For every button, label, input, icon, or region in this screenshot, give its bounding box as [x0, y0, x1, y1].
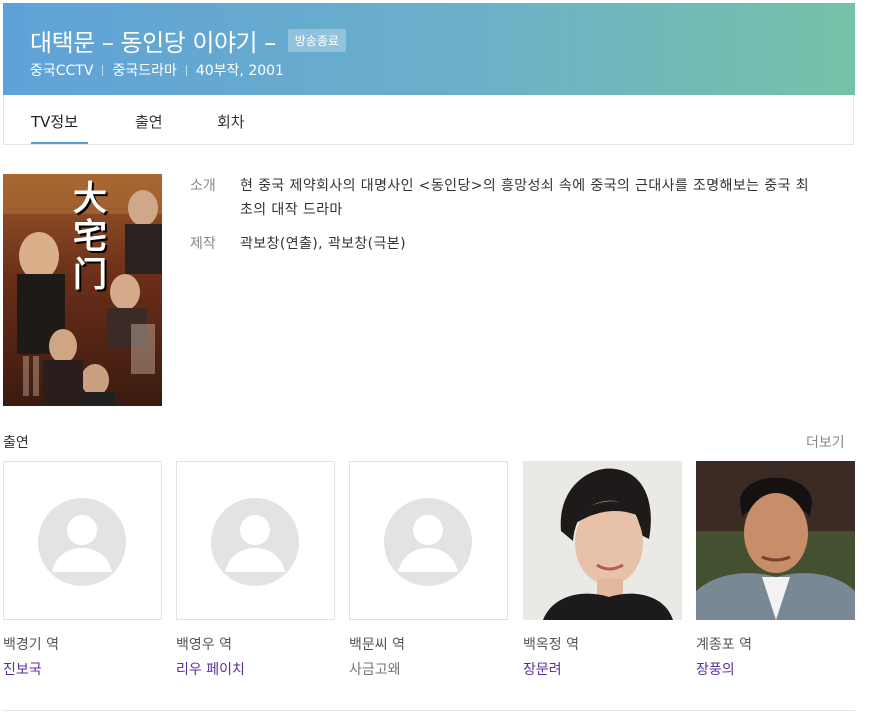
- active-tab-indicator: [31, 142, 88, 144]
- program-header: 대택문 – 동인당 이야기 – 방송종료 중국CCTV 중국드라마 40부작, …: [3, 3, 855, 95]
- meta-divider: [185, 64, 187, 76]
- cast-role: 백옥정 역: [523, 637, 579, 653]
- program-title: 대택문 – 동인당 이야기 –: [30, 29, 276, 57]
- cast-photo[interactable]: [523, 461, 682, 620]
- actress-portrait: [523, 461, 682, 620]
- tab-tv-info[interactable]: TV정보: [31, 111, 78, 132]
- production-label: 제작: [190, 236, 216, 252]
- cast-role: 백경기 역: [3, 637, 59, 653]
- tab-episodes[interactable]: 회차: [217, 111, 245, 132]
- cast-card[interactable]: 백경기 역 진보국: [3, 461, 162, 678]
- intro-row: 소개 현 중국 제약회사의 대명사인 <동인당>의 흥망성쇠 속에 중국의 근대…: [190, 174, 830, 222]
- actor-portrait: [696, 461, 855, 620]
- program-poster[interactable]: 大宅门: [3, 174, 162, 406]
- cast-role: 백영우 역: [176, 637, 232, 653]
- title-row: 대택문 – 동인당 이야기 – 방송종료: [30, 23, 346, 58]
- cast-card[interactable]: 백영우 역 리우 페이치: [176, 461, 335, 678]
- cast-role: 계종포 역: [696, 637, 752, 653]
- more-cast-link[interactable]: 더보기: [806, 432, 845, 452]
- cast-name-link[interactable]: 장문려: [523, 659, 562, 679]
- intro-label: 소개: [190, 178, 216, 194]
- production-row: 제작 곽보창(연출), 곽보창(극본): [190, 232, 830, 256]
- cast-name-link[interactable]: 장풍의: [696, 659, 735, 679]
- cast-section-title: 출연: [3, 435, 29, 451]
- cast-card[interactable]: 계종포 역 장풍의: [696, 461, 855, 678]
- tab-cast[interactable]: 출연: [135, 111, 163, 132]
- cast-name-link[interactable]: 리우 페이치: [176, 659, 245, 679]
- cast-photo-placeholder[interactable]: [176, 461, 335, 620]
- person-placeholder-icon: [384, 498, 472, 586]
- program-info: 소개 현 중국 제약회사의 대명사인 <동인당>의 흥망성쇠 속에 중국의 근대…: [190, 174, 830, 266]
- cast-photo[interactable]: [696, 461, 855, 620]
- genre-link[interactable]: 중국드라마: [112, 60, 176, 80]
- poster-title-calligraphy: 大宅门: [73, 179, 107, 295]
- section-divider: [3, 710, 855, 711]
- cast-card[interactable]: 백문씨 역 사금고왜: [349, 461, 508, 678]
- cast-name: 사금고왜: [349, 662, 401, 678]
- status-badge: 방송종료: [287, 29, 346, 52]
- intro-value: 현 중국 제약회사의 대명사인 <동인당>의 흥망성쇠 속에 중국의 근대사를 …: [240, 178, 809, 218]
- tab-bar: TV정보 출연 회차: [3, 95, 854, 145]
- cast-photo-placeholder[interactable]: [349, 461, 508, 620]
- cast-photo-placeholder[interactable]: [3, 461, 162, 620]
- episodes-year: 40부작, 2001: [195, 63, 284, 79]
- cast-name-link[interactable]: 진보국: [3, 659, 42, 679]
- cast-role: 백문씨 역: [349, 637, 405, 653]
- cast-card[interactable]: 백옥정 역 장문려: [523, 461, 682, 678]
- person-placeholder-icon: [211, 498, 299, 586]
- person-placeholder-icon: [38, 498, 126, 586]
- program-meta: 중국CCTV 중국드라마 40부작, 2001: [30, 60, 284, 80]
- broadcaster-link[interactable]: 중국CCTV: [30, 60, 93, 80]
- production-value: 곽보창(연출), 곽보창(극본): [240, 236, 406, 252]
- meta-divider: [102, 64, 104, 76]
